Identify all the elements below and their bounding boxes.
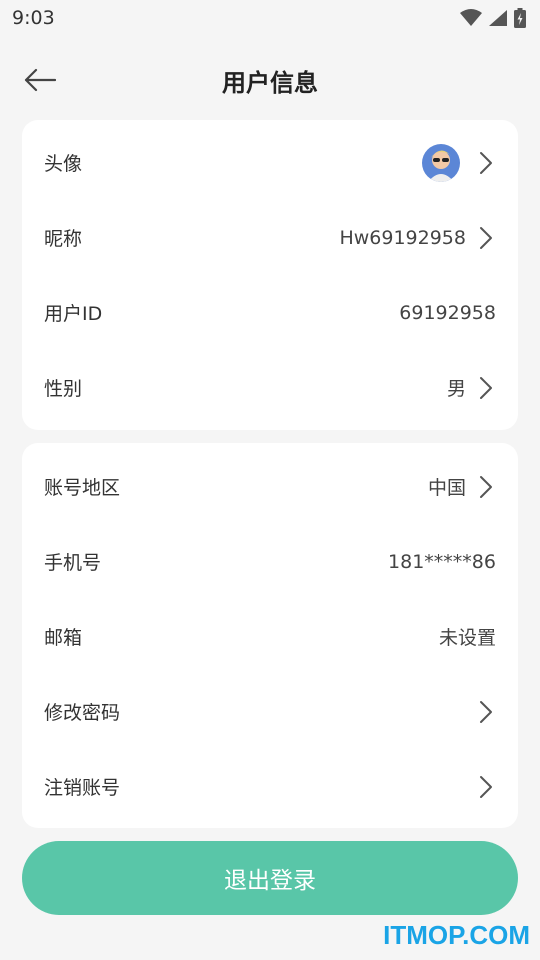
avatar-label: 头像 bbox=[44, 153, 83, 175]
chevron-right-icon bbox=[476, 774, 496, 800]
email-label: 邮箱 bbox=[44, 627, 83, 649]
nickname-row[interactable]: 昵称 Hw69192958 bbox=[22, 200, 518, 275]
delete-account-label: 注销账号 bbox=[44, 777, 121, 799]
chevron-right-icon bbox=[476, 375, 496, 401]
status-bar: 9:03 bbox=[0, 0, 540, 36]
phone-row: 手机号 181*****86 bbox=[22, 524, 518, 599]
region-value: 中国 bbox=[427, 477, 466, 499]
account-card: 账号地区 中国 手机号 181*****86 邮箱 未设置 修改密码 注销账号 bbox=[22, 443, 518, 828]
region-label: 账号地区 bbox=[44, 477, 121, 499]
phone-label: 手机号 bbox=[44, 552, 102, 574]
phone-value: 181*****86 bbox=[388, 550, 496, 573]
nickname-label: 昵称 bbox=[44, 228, 83, 250]
chevron-right-icon bbox=[476, 225, 496, 251]
user-id-row: 用户ID 69192958 bbox=[22, 275, 518, 350]
chevron-right-icon bbox=[476, 150, 496, 176]
logout-button[interactable]: 退出登录 bbox=[22, 841, 518, 915]
chevron-right-icon bbox=[476, 474, 496, 500]
status-time: 9:03 bbox=[12, 7, 55, 29]
header: 用户信息 bbox=[0, 50, 540, 110]
page-title: 用户信息 bbox=[222, 68, 318, 97]
gender-row[interactable]: 性别 男 bbox=[22, 350, 518, 425]
user-id-value: 69192958 bbox=[399, 301, 496, 324]
change-password-label: 修改密码 bbox=[44, 702, 121, 724]
avatar bbox=[422, 143, 460, 182]
chevron-right-icon bbox=[476, 699, 496, 725]
battery-charging-icon bbox=[514, 8, 526, 28]
avatar-row[interactable]: 头像 bbox=[22, 125, 518, 200]
region-row[interactable]: 账号地区 中国 bbox=[22, 449, 518, 524]
back-button[interactable] bbox=[20, 62, 60, 98]
profile-card: 头像 昵称 Hw69192958 用户ID 69192958 性别 男 bbox=[22, 120, 518, 430]
change-password-row[interactable]: 修改密码 bbox=[22, 674, 518, 749]
user-id-label: 用户ID bbox=[44, 303, 103, 325]
status-icons bbox=[460, 8, 526, 28]
nickname-value: Hw69192958 bbox=[339, 226, 466, 249]
watermark: ITMOP.COM bbox=[383, 920, 530, 950]
gender-value: 男 bbox=[446, 378, 466, 400]
email-row: 邮箱 未设置 bbox=[22, 599, 518, 674]
signal-icon bbox=[489, 10, 507, 26]
email-value: 未设置 bbox=[438, 627, 496, 649]
delete-account-row[interactable]: 注销账号 bbox=[22, 749, 518, 824]
arrow-left-icon bbox=[24, 68, 56, 92]
wifi-icon bbox=[460, 9, 482, 26]
gender-label: 性别 bbox=[44, 378, 83, 400]
